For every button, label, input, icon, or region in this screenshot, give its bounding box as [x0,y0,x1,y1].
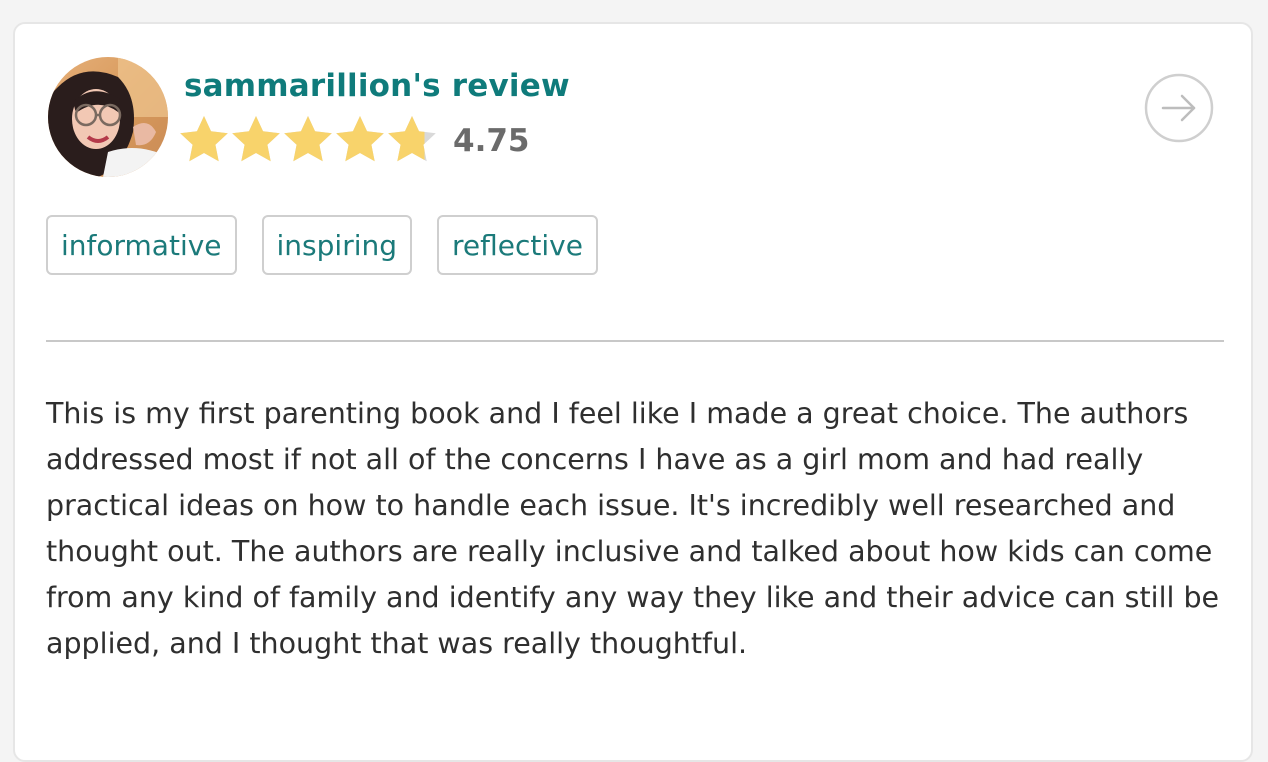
section-divider [46,340,1224,342]
review-body: This is my first parenting book and I fe… [46,397,1220,660]
review-title[interactable]: sammarillion's review [184,68,570,104]
avatar-photo-icon [48,57,168,177]
next-review-button[interactable] [1144,73,1214,143]
star-rating-icon [180,116,436,162]
tag-reflective[interactable]: reflective [437,215,598,275]
star-filled-icon [336,116,384,162]
star-filled-icon [284,116,332,162]
arrow-right-circle-icon [1144,73,1214,143]
tag-inspiring[interactable]: inspiring [261,215,413,275]
star-filled-icon [232,116,280,162]
tag-informative[interactable]: informative [46,215,237,275]
star-rating [179,116,449,166]
rating-value: 4.75 [453,123,530,159]
reviewer-avatar[interactable] [48,57,168,177]
mood-tags: informative inspiring reflective [46,215,598,275]
star-filled-icon [180,116,228,162]
review-card: sammarillion's review 4.75 informative i… [13,22,1253,762]
